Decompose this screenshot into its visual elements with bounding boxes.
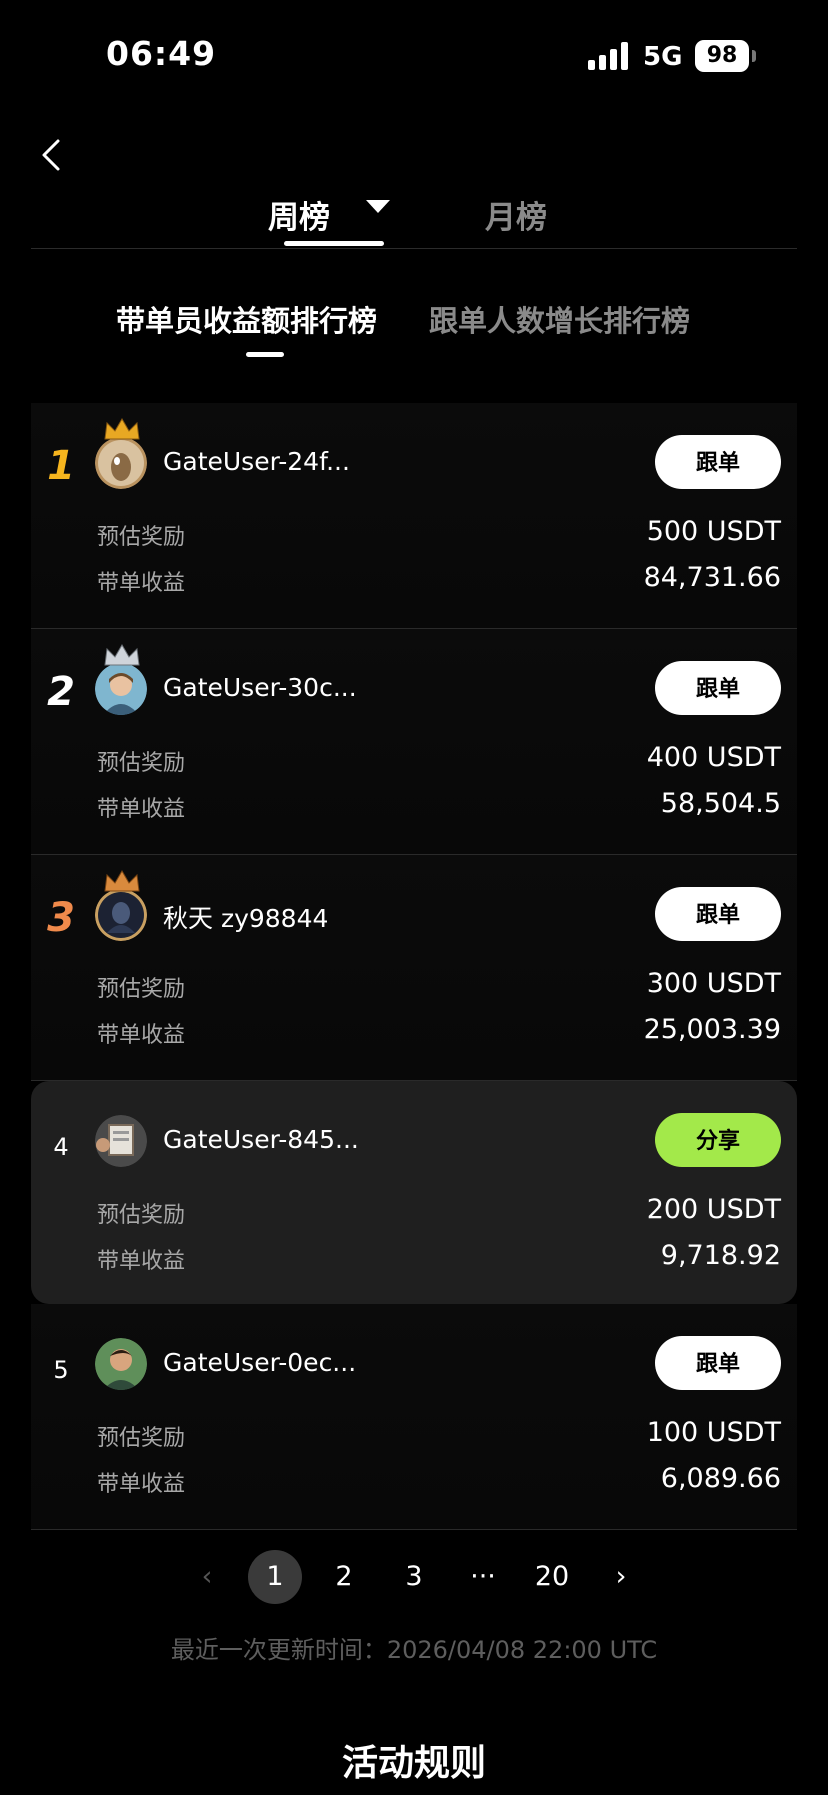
- bronze-crown-icon: [104, 870, 140, 892]
- lead-earnings-label: 带单收益: [97, 571, 186, 596]
- estimated-reward-value: 500 USDT: [646, 516, 781, 547]
- estimated-reward-value: 100 USDT: [646, 1417, 781, 1448]
- sub-tab-earnings-rank[interactable]: 带单员收益额排行榜: [116, 298, 377, 340]
- rank-number: 5: [53, 1356, 69, 1384]
- username[interactable]: 秋天 zy98844: [163, 899, 328, 935]
- avatar[interactable]: [95, 418, 147, 489]
- avatar-image: [95, 1115, 147, 1167]
- caret-down-icon[interactable]: [366, 200, 390, 213]
- rank-number: 4: [53, 1133, 69, 1161]
- status-time: 06:49: [106, 34, 217, 73]
- leaderboard-list: 1 GateUser-24f... 跟单 预估奖励 500 USDT 带单收益 …: [31, 403, 797, 1530]
- battery-tip: [752, 50, 756, 62]
- avatar[interactable]: [95, 870, 147, 941]
- estimated-reward-label: 预估奖励: [97, 751, 186, 776]
- avatar-image: [95, 663, 147, 715]
- list-item: 2 GateUser-30c... 跟单 预估奖励 400 USDT 带单收益 …: [31, 629, 797, 855]
- list-item: 3 秋天 zy98844 跟单 预估奖励 300 USDT 带单收益 25,00…: [31, 855, 797, 1081]
- lead-earnings-label: 带单收益: [97, 1249, 186, 1274]
- lead-earnings-label: 带单收益: [97, 1472, 186, 1497]
- avatar[interactable]: [95, 1115, 147, 1167]
- battery-icon: 98: [695, 40, 749, 72]
- lead-earnings-value: 58,504.5: [660, 788, 781, 819]
- username[interactable]: GateUser-0ec...: [163, 1348, 356, 1377]
- avatar[interactable]: [95, 1338, 147, 1390]
- tab-week-indicator: [284, 241, 384, 246]
- pagination: ‹ 1 2 3 ··· 20 ›: [0, 1550, 828, 1606]
- page-3-button[interactable]: 3: [387, 1550, 441, 1604]
- estimated-reward-label: 预估奖励: [97, 525, 186, 550]
- list-item-current-user: 4 GateUser-845... 分享 预估奖励 200 USDT 带单收益 …: [31, 1081, 797, 1304]
- estimated-reward-label: 预估奖励: [97, 977, 186, 1002]
- page-2-button[interactable]: 2: [317, 1550, 371, 1604]
- estimated-reward-label: 预估奖励: [97, 1203, 186, 1228]
- rank-number: 1: [47, 443, 75, 489]
- page-20-button[interactable]: 20: [525, 1550, 579, 1604]
- activity-rules-title: 活动规则: [341, 1743, 486, 1784]
- page-ellipsis: ···: [470, 1561, 496, 1592]
- network-type: 5G: [643, 42, 683, 72]
- tab-month[interactable]: 月榜: [485, 192, 547, 237]
- copy-trade-button[interactable]: 跟单: [655, 1336, 781, 1390]
- rank-number: 3: [47, 895, 75, 941]
- avatar-image: [95, 437, 147, 489]
- avatar[interactable]: [95, 644, 147, 715]
- lead-earnings-label: 带单收益: [97, 797, 186, 822]
- copy-trade-button[interactable]: 跟单: [655, 887, 781, 941]
- divider: [31, 248, 797, 249]
- estimated-reward-value: 300 USDT: [646, 968, 781, 999]
- lead-earnings-label: 带单收益: [97, 1023, 186, 1048]
- sub-tab-indicator: [246, 352, 284, 357]
- signal-icon: [588, 42, 630, 70]
- lead-earnings-value: 84,731.66: [643, 562, 781, 593]
- username[interactable]: GateUser-24f...: [163, 447, 350, 476]
- gold-crown-icon: [104, 418, 140, 440]
- last-update-time: 最近一次更新时间：2026/04/08 22:00 UTC: [170, 1636, 658, 1664]
- list-item: 5 GateUser-0ec... 跟单 预估奖励 100 USDT 带单收益 …: [31, 1304, 797, 1530]
- avatar-image: [95, 1338, 147, 1390]
- back-icon[interactable]: [38, 138, 64, 172]
- estimated-reward-value: 200 USDT: [646, 1194, 781, 1225]
- copy-trade-button[interactable]: 跟单: [655, 435, 781, 489]
- page-1-button[interactable]: 1: [248, 1550, 302, 1604]
- lead-earnings-value: 6,089.66: [660, 1463, 781, 1494]
- estimated-reward-value: 400 USDT: [646, 742, 781, 773]
- silver-crown-icon: [104, 644, 140, 666]
- next-page-button[interactable]: ›: [594, 1550, 648, 1604]
- share-button[interactable]: 分享: [655, 1113, 781, 1167]
- username[interactable]: GateUser-845...: [163, 1125, 359, 1154]
- lead-earnings-value: 25,003.39: [643, 1014, 781, 1045]
- tab-week[interactable]: 周榜: [268, 192, 330, 237]
- lead-earnings-value: 9,718.92: [660, 1240, 781, 1271]
- username[interactable]: GateUser-30c...: [163, 673, 357, 702]
- rank-number: 2: [47, 669, 75, 715]
- list-item: 1 GateUser-24f... 跟单 预估奖励 500 USDT 带单收益 …: [31, 403, 797, 629]
- status-bar: 06:49 5G 98: [0, 0, 828, 110]
- avatar-image: [95, 889, 147, 941]
- copy-trade-button[interactable]: 跟单: [655, 661, 781, 715]
- sub-tab-follower-growth-rank[interactable]: 跟单人数增长排行榜: [429, 298, 690, 340]
- prev-page-button[interactable]: ‹: [180, 1550, 234, 1604]
- estimated-reward-label: 预估奖励: [97, 1426, 186, 1451]
